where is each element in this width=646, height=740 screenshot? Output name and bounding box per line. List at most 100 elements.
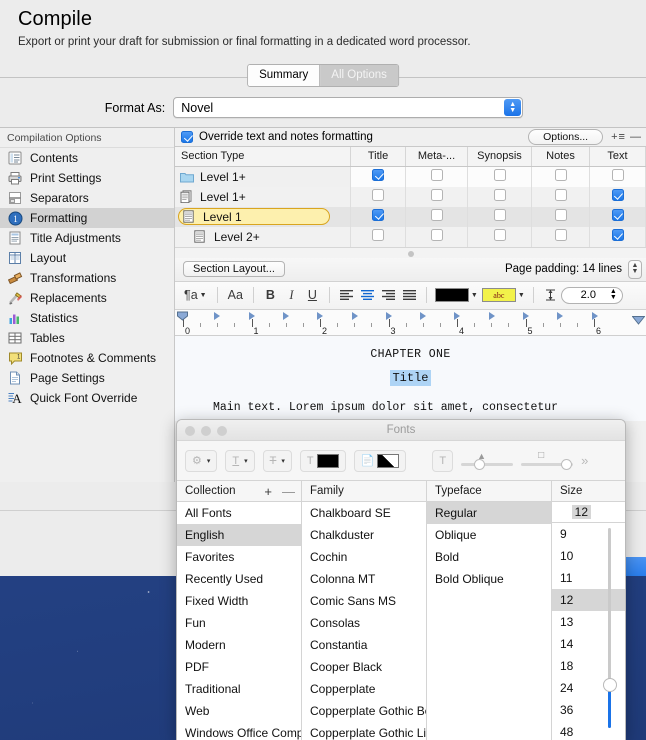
tab-stop-marker[interactable]	[282, 311, 289, 320]
checkbox-synopsis[interactable]	[493, 168, 506, 181]
collection-item[interactable]: Recently Used	[177, 568, 301, 590]
tab-stop-marker[interactable]	[488, 311, 495, 320]
checkbox-notes[interactable]	[554, 228, 567, 241]
close-icon[interactable]	[185, 426, 195, 436]
sidebar-item-title-adjustments[interactable]: Title Adjustments	[0, 228, 174, 248]
checkbox-title[interactable]	[372, 188, 384, 201]
sidebar-item-replacements[interactable]: Replacements	[0, 288, 174, 308]
checkbox-text[interactable]	[611, 188, 624, 201]
align-right-icon[interactable]	[378, 285, 399, 305]
slider-knob[interactable]	[561, 458, 573, 470]
section-type-cell[interactable]: Level 1	[175, 206, 351, 227]
sidebar-item-separators[interactable]: Separators	[0, 188, 174, 208]
table-row[interactable]: Level 1+	[175, 166, 646, 187]
checkbox-title[interactable]	[372, 168, 384, 181]
options-button[interactable]: Options...	[528, 129, 604, 145]
tab-stop-marker[interactable]	[454, 311, 461, 320]
tab-all-options[interactable]: All Options	[320, 65, 398, 86]
checkbox-title[interactable]	[372, 208, 384, 221]
tab-stop-marker[interactable]	[248, 311, 255, 320]
strikethrough-menu-button[interactable]: T ▾	[262, 449, 292, 472]
checkbox-notes[interactable]	[554, 188, 567, 201]
size-slider[interactable]	[603, 528, 617, 728]
family-item[interactable]: Copperplate Gothic Li	[302, 722, 426, 740]
section-type-cell[interactable]: Level 2+	[175, 226, 351, 247]
line-spacing-field[interactable]: 2.0 ▲ ▼	[560, 286, 623, 304]
sidebar-item-layout[interactable]: Layout	[0, 248, 174, 268]
checkbox-synopsis[interactable]	[493, 188, 506, 201]
add-collection-icon[interactable]: +	[264, 481, 276, 502]
table-row[interactable]: Level 2+	[175, 226, 646, 247]
checkbox-cell-text[interactable]	[589, 166, 646, 187]
tab-summary[interactable]: Summary	[248, 65, 321, 86]
sections-column-header[interactable]: Synopsis	[467, 147, 532, 167]
sidebar-item-statistics[interactable]: Statistics	[0, 308, 174, 328]
align-left-icon[interactable]	[336, 285, 357, 305]
remove-collection-icon[interactable]: —	[282, 481, 301, 502]
text-color-button[interactable]: ▼	[433, 285, 480, 305]
collection-item[interactable]: Favorites	[177, 546, 301, 568]
checkbox-meta[interactable]	[430, 188, 443, 201]
sections-column-header[interactable]: Title	[350, 147, 406, 167]
sidebar-item-footnotes-comments[interactable]: 1 Footnotes & Comments	[0, 348, 174, 368]
override-checkbox[interactable]	[181, 131, 193, 143]
tab-stop-marker[interactable]	[214, 311, 221, 320]
family-list[interactable]: Chalkboard SE Chalkduster Cochin Colonna MT…	[302, 502, 427, 740]
family-item[interactable]: Cochin	[302, 546, 426, 568]
section-type-cell[interactable]: Level 1+	[175, 186, 351, 207]
checkbox-cell-synopsis[interactable]	[467, 166, 532, 187]
checkbox-cell-meta[interactable]	[405, 186, 468, 207]
family-item[interactable]: Copperplate	[302, 678, 426, 700]
first-line-indent-marker[interactable]	[177, 311, 188, 322]
checkbox-synopsis[interactable]	[493, 208, 506, 221]
checkbox-cell-text[interactable]	[589, 186, 646, 207]
sections-column-header[interactable]: Notes	[531, 147, 590, 167]
underline-button[interactable]: U	[302, 285, 323, 305]
fonts-action-gear-button[interactable]: ⚙ ▾	[185, 449, 218, 472]
checkbox-cell-notes[interactable]	[531, 186, 590, 207]
tab-stop-marker[interactable]	[317, 311, 324, 320]
typeface-item[interactable]: Bold Oblique	[427, 568, 551, 590]
checkbox-cell-text[interactable]	[589, 206, 646, 227]
checkbox-cell-synopsis[interactable]	[467, 226, 532, 247]
underline-menu-button[interactable]: T ▾	[225, 449, 255, 472]
typeface-item[interactable]: Oblique	[427, 524, 551, 546]
sidebar-item-contents[interactable]: Contents	[0, 148, 174, 168]
collection-item[interactable]: Fun	[177, 612, 301, 634]
show-fonts-button[interactable]: Aa	[224, 285, 247, 305]
table-row[interactable]: Level 1	[175, 206, 646, 227]
add-remove-section-buttons[interactable]: +≡ —	[611, 131, 642, 143]
collection-item[interactable]: Web	[177, 700, 301, 722]
checkbox-meta[interactable]	[430, 208, 443, 221]
sidebar-item-formatting[interactable]: 1 Formatting	[0, 208, 174, 228]
text-shadow-toggle[interactable]: T	[432, 449, 454, 472]
typeface-item[interactable]: Regular	[427, 502, 551, 524]
family-item[interactable]: Constantia	[302, 634, 426, 656]
zoom-icon[interactable]	[217, 426, 227, 436]
checkbox-cell-title[interactable]	[350, 206, 406, 227]
family-item[interactable]: Chalkduster	[302, 524, 426, 546]
section-type-cell[interactable]: Level 1+	[175, 166, 351, 187]
checkbox-cell-notes[interactable]	[531, 206, 590, 227]
checkbox-text[interactable]	[611, 168, 624, 181]
sidebar-item-quick-font-override[interactable]: A Quick Font Override	[0, 388, 174, 408]
tab-stop-marker[interactable]	[351, 311, 358, 320]
bold-button[interactable]: B	[260, 285, 281, 305]
tab-stop-marker[interactable]	[523, 311, 529, 320]
family-item[interactable]: Colonna MT	[302, 568, 426, 590]
ruler[interactable]: 0 1 2 3 4 5 6	[175, 309, 646, 336]
tab-stop-marker[interactable]	[591, 311, 598, 320]
collection-item[interactable]: Modern	[177, 634, 301, 656]
checkbox-cell-meta[interactable]	[405, 226, 468, 247]
sidebar-item-page-settings[interactable]: Page Settings	[0, 368, 174, 388]
collection-list[interactable]: All Fonts English Favorites Recently Used Fi…	[177, 502, 302, 740]
table-resize-handle[interactable]	[175, 246, 646, 258]
toolbar-overflow-icon[interactable]: »	[581, 453, 588, 468]
checkbox-synopsis[interactable]	[493, 228, 506, 241]
section-layout-button[interactable]: Section Layout...	[183, 261, 285, 277]
checkbox-cell-notes[interactable]	[531, 166, 590, 187]
checkbox-cell-synopsis[interactable]	[467, 206, 532, 227]
checkbox-cell-notes[interactable]	[531, 226, 590, 247]
checkbox-meta[interactable]	[430, 168, 443, 181]
checkbox-text[interactable]	[611, 208, 624, 221]
